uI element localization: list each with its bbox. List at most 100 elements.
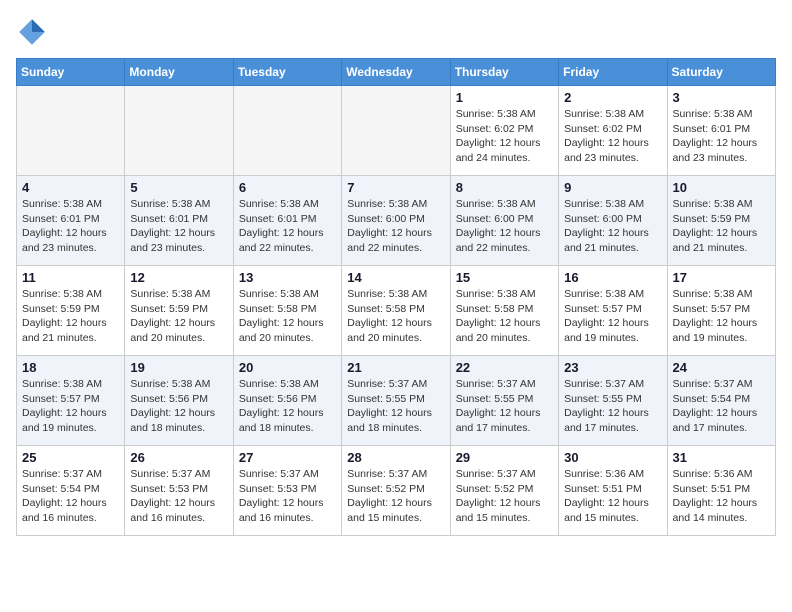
weekday-header: Saturday xyxy=(667,59,775,86)
day-number: 10 xyxy=(673,180,770,195)
calendar-day-cell: 8Sunrise: 5:38 AM Sunset: 6:00 PM Daylig… xyxy=(450,176,558,266)
day-info: Sunrise: 5:38 AM Sunset: 5:58 PM Dayligh… xyxy=(239,287,336,346)
calendar-day-cell: 23 Sunrise: 5:37 AM Sunset: 5:55 PM Dayli… xyxy=(559,356,667,446)
weekday-header: Friday xyxy=(559,59,667,86)
day-info: Sunrise: 5:38 AM Sunset: 5:59 PM Dayligh… xyxy=(22,287,119,346)
calendar-week-row: 4 Sunrise: 5:38 AM Sunset: 6:01 PM Daylig… xyxy=(17,176,776,266)
day-number: 31 xyxy=(673,450,770,465)
calendar-day-cell: 27 Sunrise: 5:37 AM Sunset: 5:53 PM Dayli… xyxy=(233,446,341,536)
day-number: 17 xyxy=(673,270,770,285)
day-number: 20 xyxy=(239,360,336,375)
calendar-day-cell: 5 Sunrise: 5:38 AM Sunset: 6:01 PM Daylig… xyxy=(125,176,233,266)
day-number: 24 xyxy=(673,360,770,375)
day-number: 5 xyxy=(130,180,227,195)
day-number: 14 xyxy=(347,270,444,285)
day-number: 26 xyxy=(130,450,227,465)
weekday-header: Sunday xyxy=(17,59,125,86)
day-info: Sunrise: 5:37 AM Sunset: 5:54 PM Dayligh… xyxy=(673,377,770,436)
calendar-day-cell: 13 Sunrise: 5:38 AM Sunset: 5:58 PM Dayli… xyxy=(233,266,341,356)
calendar-day-cell: 19 Sunrise: 5:38 AM Sunset: 5:56 PM Dayli… xyxy=(125,356,233,446)
day-number: 27 xyxy=(239,450,336,465)
weekday-header: Monday xyxy=(125,59,233,86)
day-info: Sunrise: 5:38 AM Sunset: 5:57 PM Dayligh… xyxy=(22,377,119,436)
day-info: Sunrise: 5:38 AM Sunset: 5:58 PM Dayligh… xyxy=(456,287,553,346)
day-number: 11 xyxy=(22,270,119,285)
calendar-empty-cell xyxy=(17,86,125,176)
day-info: Sunrise: 5:38 AM Sunset: 6:00 PM Dayligh… xyxy=(456,197,553,256)
day-info: Sunrise: 5:38 AM Sunset: 5:57 PM Dayligh… xyxy=(673,287,770,346)
day-info: Sunrise: 5:38 AM Sunset: 5:56 PM Dayligh… xyxy=(130,377,227,436)
day-number: 6 xyxy=(239,180,336,195)
calendar-day-cell: 12 Sunrise: 5:38 AM Sunset: 5:59 PM Dayli… xyxy=(125,266,233,356)
calendar-day-cell: 3 Sunrise: 5:38 AM Sunset: 6:01 PM Daylig… xyxy=(667,86,775,176)
day-number: 9 xyxy=(564,180,661,195)
day-info: Sunrise: 5:38 AM Sunset: 5:56 PM Dayligh… xyxy=(239,377,336,436)
calendar-day-cell: 4 Sunrise: 5:38 AM Sunset: 6:01 PM Daylig… xyxy=(17,176,125,266)
day-info: Sunrise: 5:37 AM Sunset: 5:53 PM Dayligh… xyxy=(239,467,336,526)
day-number: 15 xyxy=(456,270,553,285)
day-number: 29 xyxy=(456,450,553,465)
calendar-week-row: 1Sunrise: 5:38 AM Sunset: 6:02 PM Daylig… xyxy=(17,86,776,176)
day-number: 21 xyxy=(347,360,444,375)
logo-icon xyxy=(16,16,48,48)
calendar-day-cell: 11 Sunrise: 5:38 AM Sunset: 5:59 PM Dayli… xyxy=(17,266,125,356)
day-info: Sunrise: 5:38 AM Sunset: 6:01 PM Dayligh… xyxy=(130,197,227,256)
day-info: Sunrise: 5:36 AM Sunset: 5:51 PM Dayligh… xyxy=(564,467,661,526)
day-number: 25 xyxy=(22,450,119,465)
calendar-week-row: 25 Sunrise: 5:37 AM Sunset: 5:54 PM Dayli… xyxy=(17,446,776,536)
day-info: Sunrise: 5:37 AM Sunset: 5:52 PM Dayligh… xyxy=(347,467,444,526)
day-info: Sunrise: 5:38 AM Sunset: 6:00 PM Dayligh… xyxy=(347,197,444,256)
calendar-day-cell: 25 Sunrise: 5:37 AM Sunset: 5:54 PM Dayli… xyxy=(17,446,125,536)
day-info: Sunrise: 5:37 AM Sunset: 5:55 PM Dayligh… xyxy=(456,377,553,436)
day-info: Sunrise: 5:38 AM Sunset: 6:01 PM Dayligh… xyxy=(239,197,336,256)
calendar-day-cell: 24 Sunrise: 5:37 AM Sunset: 5:54 PM Dayli… xyxy=(667,356,775,446)
weekday-header: Tuesday xyxy=(233,59,341,86)
day-info: Sunrise: 5:37 AM Sunset: 5:55 PM Dayligh… xyxy=(564,377,661,436)
day-info: Sunrise: 5:38 AM Sunset: 5:57 PM Dayligh… xyxy=(564,287,661,346)
day-number: 12 xyxy=(130,270,227,285)
weekday-header: Thursday xyxy=(450,59,558,86)
calendar-empty-cell xyxy=(125,86,233,176)
day-number: 22 xyxy=(456,360,553,375)
calendar-day-cell: 9 Sunrise: 5:38 AM Sunset: 6:00 PM Daylig… xyxy=(559,176,667,266)
calendar-day-cell: 7 Sunrise: 5:38 AM Sunset: 6:00 PM Daylig… xyxy=(342,176,450,266)
day-info: Sunrise: 5:38 AM Sunset: 5:58 PM Dayligh… xyxy=(347,287,444,346)
page-header xyxy=(16,16,776,48)
calendar-day-cell: 28 Sunrise: 5:37 AM Sunset: 5:52 PM Dayli… xyxy=(342,446,450,536)
day-info: Sunrise: 5:37 AM Sunset: 5:55 PM Dayligh… xyxy=(347,377,444,436)
calendar-header-row: SundayMondayTuesdayWednesdayThursdayFrid… xyxy=(17,59,776,86)
day-number: 7 xyxy=(347,180,444,195)
day-number: 16 xyxy=(564,270,661,285)
day-info: Sunrise: 5:37 AM Sunset: 5:54 PM Dayligh… xyxy=(22,467,119,526)
calendar-table: SundayMondayTuesdayWednesdayThursdayFrid… xyxy=(16,58,776,536)
logo xyxy=(16,16,54,48)
calendar-day-cell: 29Sunrise: 5:37 AM Sunset: 5:52 PM Dayli… xyxy=(450,446,558,536)
calendar-day-cell: 16 Sunrise: 5:38 AM Sunset: 5:57 PM Dayli… xyxy=(559,266,667,356)
calendar-day-cell: 14 Sunrise: 5:38 AM Sunset: 5:58 PM Dayli… xyxy=(342,266,450,356)
calendar-day-cell: 31Sunrise: 5:36 AM Sunset: 5:51 PM Dayli… xyxy=(667,446,775,536)
day-info: Sunrise: 5:38 AM Sunset: 6:02 PM Dayligh… xyxy=(564,107,661,166)
day-number: 19 xyxy=(130,360,227,375)
day-number: 2 xyxy=(564,90,661,105)
day-number: 4 xyxy=(22,180,119,195)
calendar-day-cell: 20 Sunrise: 5:38 AM Sunset: 5:56 PM Dayli… xyxy=(233,356,341,446)
calendar-week-row: 18 Sunrise: 5:38 AM Sunset: 5:57 PM Dayli… xyxy=(17,356,776,446)
day-info: Sunrise: 5:37 AM Sunset: 5:53 PM Dayligh… xyxy=(130,467,227,526)
calendar-week-row: 11 Sunrise: 5:38 AM Sunset: 5:59 PM Dayli… xyxy=(17,266,776,356)
day-number: 28 xyxy=(347,450,444,465)
day-number: 3 xyxy=(673,90,770,105)
calendar-empty-cell xyxy=(342,86,450,176)
day-info: Sunrise: 5:38 AM Sunset: 6:00 PM Dayligh… xyxy=(564,197,661,256)
day-number: 23 xyxy=(564,360,661,375)
calendar-day-cell: 18 Sunrise: 5:38 AM Sunset: 5:57 PM Dayli… xyxy=(17,356,125,446)
day-number: 18 xyxy=(22,360,119,375)
calendar-day-cell: 6 Sunrise: 5:38 AM Sunset: 6:01 PM Daylig… xyxy=(233,176,341,266)
calendar-day-cell: 1Sunrise: 5:38 AM Sunset: 6:02 PM Daylig… xyxy=(450,86,558,176)
calendar-empty-cell xyxy=(233,86,341,176)
weekday-header: Wednesday xyxy=(342,59,450,86)
day-info: Sunrise: 5:38 AM Sunset: 5:59 PM Dayligh… xyxy=(130,287,227,346)
day-info: Sunrise: 5:38 AM Sunset: 6:01 PM Dayligh… xyxy=(22,197,119,256)
day-info: Sunrise: 5:38 AM Sunset: 6:01 PM Dayligh… xyxy=(673,107,770,166)
calendar-day-cell: 10Sunrise: 5:38 AM Sunset: 5:59 PM Dayli… xyxy=(667,176,775,266)
day-number: 13 xyxy=(239,270,336,285)
